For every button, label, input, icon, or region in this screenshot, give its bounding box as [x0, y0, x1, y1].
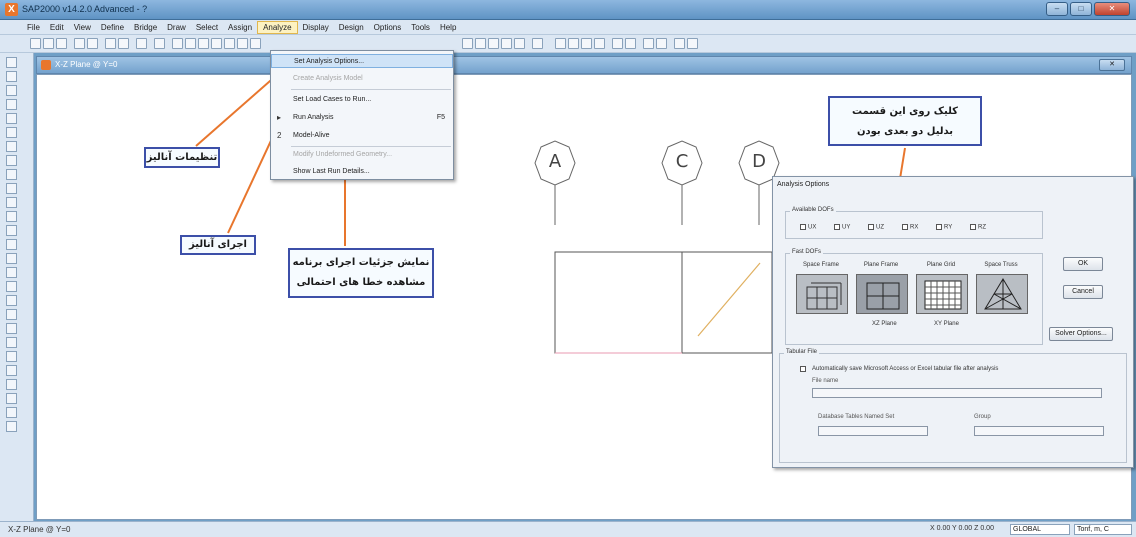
file-name-label: File name — [812, 378, 839, 384]
solver-options-button[interactable]: Solver Options... — [1049, 327, 1113, 341]
run-analysis-icon: ▸ — [277, 113, 282, 122]
coord-system-select[interactable]: GLOBAL — [1010, 524, 1070, 535]
frame-bay-1 — [554, 251, 683, 354]
space-truss-icon — [984, 278, 1022, 310]
dialog-title: Analysis Options — [777, 181, 830, 188]
xz-plane-caption: XZ Plane — [872, 321, 897, 327]
status-coordinates: X 0.00 Y 0.00 Z 0.00 — [930, 525, 994, 532]
group-label: Group — [974, 414, 991, 420]
status-bar: X-Z Plane @ Y=0 X 0.00 Y 0.00 Z 0.00 GLO… — [0, 521, 1136, 537]
menu-item-run-analysis[interactable]: ▸ Run Analysis F5 — [271, 111, 453, 125]
cancel-button[interactable]: Cancel — [1063, 285, 1103, 299]
fast-option-label: Plane Frame — [863, 262, 899, 268]
space-frame-button[interactable] — [796, 274, 848, 314]
annotation-line: مشاهده خطا های احتمالی — [296, 277, 426, 288]
checkbox-icon — [936, 224, 942, 230]
units-select[interactable]: Tonf, m, C — [1074, 524, 1132, 535]
menu-item-model-alive[interactable]: 2 Model-Alive — [271, 129, 453, 143]
menu-item-set-load-cases[interactable]: Set Load Cases to Run... — [271, 93, 453, 107]
available-dofs-label: Available DOFs — [790, 207, 836, 213]
auto-save-checkbox[interactable] — [800, 366, 806, 372]
menu-separator — [291, 89, 451, 90]
plane-frame-icon — [866, 282, 900, 310]
arrow-to-settings — [195, 73, 279, 147]
menu-item-label: Model-Alive — [293, 132, 330, 139]
dof-label: RZ — [978, 224, 986, 231]
tabular-file-label: Tabular File — [784, 349, 820, 355]
space-frame-icon — [806, 282, 842, 310]
fast-dofs-group: Fast DOFs Space Frame Plane Frame Plane … — [785, 249, 1043, 345]
grid-bubble-c: C — [675, 151, 689, 172]
auto-save-label: Automatically save Microsoft Access or E… — [812, 366, 999, 372]
grid-bubble-d: D — [752, 151, 766, 172]
plane-frame-button[interactable] — [856, 274, 908, 314]
group-select[interactable] — [974, 426, 1104, 436]
xy-plane-caption: XY Plane — [934, 321, 959, 327]
shortcut-key: F5 — [436, 114, 445, 121]
checkbox-icon — [902, 224, 908, 230]
dof-ry[interactable]: RY — [936, 224, 952, 231]
annotation-run-analysis: اجرای آنالیز — [180, 235, 256, 255]
status-view-name: X-Z Plane @ Y=0 — [8, 525, 71, 534]
menu-item-label: Create Analysis Model — [293, 75, 363, 82]
checkbox-icon — [970, 224, 976, 230]
available-dofs-group: Available DOFs UX UY UZ RX RY RZ — [785, 207, 1043, 239]
model-alive-icon: 2 — [277, 131, 282, 140]
tabular-file-group: Tabular File Automatically save Microsof… — [779, 349, 1127, 463]
checkbox-icon — [834, 224, 840, 230]
checkbox-icon — [800, 224, 806, 230]
menu-item-create-analysis-model[interactable]: Create Analysis Model — [271, 72, 453, 86]
menu-item-label: Run Analysis — [293, 114, 334, 121]
file-name-field[interactable] — [812, 388, 1102, 398]
fast-dofs-label: Fast DOFs — [790, 249, 824, 255]
dof-ux[interactable]: UX — [800, 224, 816, 231]
menu-item-show-last-run-details[interactable]: Show Last Run Details... — [271, 165, 453, 179]
plane-grid-button[interactable] — [916, 274, 968, 314]
dof-label: UZ — [876, 224, 884, 231]
grid-bubble-a: A — [548, 151, 562, 172]
ok-button[interactable]: OK — [1063, 257, 1103, 271]
brace-diagonal — [697, 262, 761, 337]
annotation-line: کلیک روی این قسمت — [852, 106, 958, 117]
dof-label: RX — [910, 224, 919, 231]
dof-uy[interactable]: UY — [834, 224, 850, 231]
plane-grid-icon — [924, 280, 962, 310]
dof-label: UX — [808, 224, 817, 231]
menu-separator — [291, 146, 451, 147]
menu-item-label: Set Analysis Options... — [294, 58, 365, 65]
analyze-dropdown-menu: Set Analysis Options... Create Analysis … — [270, 50, 454, 180]
annotation-line: نمایش جزئیات اجرای برنامه — [292, 257, 430, 268]
menu-item-label: Set Load Cases to Run... — [293, 96, 372, 103]
dof-uz[interactable]: UZ — [868, 224, 884, 231]
dof-label: RY — [944, 224, 953, 231]
menu-item-modify-geometry[interactable]: Modify Undeformed Geometry... — [271, 148, 453, 162]
menu-item-set-analysis-options[interactable]: Set Analysis Options... — [271, 54, 453, 68]
checkbox-icon — [868, 224, 874, 230]
dof-rz[interactable]: RZ — [970, 224, 986, 231]
fast-option-label: Space Frame — [802, 262, 839, 268]
menu-item-label: Show Last Run Details... — [293, 168, 370, 175]
menu-item-label: Modify Undeformed Geometry... — [293, 151, 393, 158]
annotation-line: بدلیل دو بعدی بودن — [856, 126, 954, 137]
fast-option-label: Plane Grid — [926, 262, 956, 268]
annotation-click-2d: کلیک روی این قسمت بدلیل دو بعدی بودن — [828, 96, 982, 146]
db-tables-select[interactable] — [818, 426, 928, 436]
fast-option-label: Space Truss — [984, 262, 1018, 268]
annotation-analysis-settings: تنظیمات آنالیز — [144, 147, 220, 168]
space-truss-button[interactable] — [976, 274, 1028, 314]
analysis-options-dialog: Analysis Options Available DOFs UX UY UZ… — [772, 176, 1134, 468]
dof-label: UY — [842, 224, 851, 231]
db-tables-label: Database Tables Named Set — [818, 414, 895, 420]
annotation-show-details: نمایش جزئیات اجرای برنامه مشاهده خطا های… — [288, 248, 434, 298]
dof-rx[interactable]: RX — [902, 224, 918, 231]
